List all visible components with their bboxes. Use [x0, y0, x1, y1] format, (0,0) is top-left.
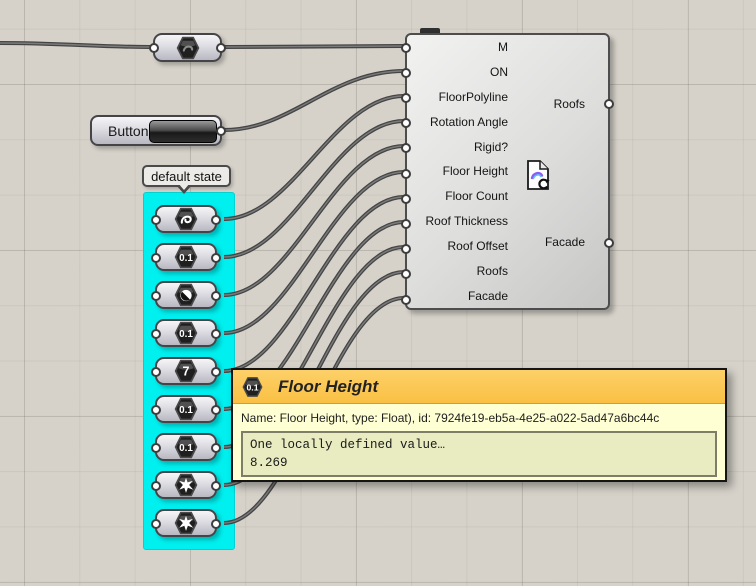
input-label-facade: Facade — [407, 283, 608, 308]
integer-param-icon: 7 — [173, 359, 199, 384]
tooltip-value-box: One locally defined value… 8.269 — [241, 431, 717, 477]
input-label-roof-thickness: Roof Thickness — [407, 209, 608, 234]
button-component[interactable]: Button — [90, 115, 222, 146]
input-nub[interactable] — [149, 43, 159, 53]
wire — [224, 172, 404, 333]
output-nub[interactable] — [211, 253, 221, 263]
output-nub[interactable] — [211, 481, 221, 491]
input-label-roofs: Roofs — [407, 258, 608, 283]
input-nub[interactable] — [401, 93, 411, 103]
input-nub[interactable] — [151, 519, 161, 529]
output-nub[interactable] — [211, 291, 221, 301]
input-nub[interactable] — [151, 405, 161, 415]
param-capsule-geometry[interactable] — [155, 509, 217, 537]
wire — [224, 46, 404, 47]
output-nub[interactable] — [211, 405, 221, 415]
svg-text:0.1: 0.1 — [179, 329, 193, 340]
param-capsule-number[interactable]: 0.1 — [155, 433, 217, 461]
boolean-param-icon — [173, 283, 199, 308]
input-nub[interactable] — [401, 143, 411, 153]
number-param-icon: 0.1 — [173, 397, 199, 422]
grasshopper-canvas[interactable]: Button default state 0.1 — [0, 0, 756, 586]
input-label-floor-count: Floor Count — [407, 184, 608, 209]
param-tooltip: 0.1 Floor Height Name: Floor Height, typ… — [231, 368, 727, 482]
tooltip-value-line: One locally defined value… — [250, 436, 708, 454]
wire — [224, 197, 404, 371]
input-nub[interactable] — [401, 244, 411, 254]
output-nub[interactable] — [604, 238, 614, 248]
number-param-icon: 0.1 — [241, 376, 264, 398]
number-param-icon: 0.1 — [173, 435, 199, 460]
output-nub[interactable] — [604, 99, 614, 109]
param-capsule-curve[interactable] — [155, 205, 217, 233]
output-nub[interactable] — [211, 215, 221, 225]
wires-layer — [0, 0, 756, 586]
output-nub[interactable] — [211, 443, 221, 453]
input-label-m: M — [407, 35, 608, 60]
button-label: Button — [108, 117, 148, 144]
input-nub[interactable] — [401, 295, 411, 305]
param-capsule-integer[interactable]: 7 — [155, 357, 217, 385]
input-labels: M ON FloorPolyline Rotation Angle Rigid?… — [407, 35, 608, 308]
input-nub[interactable] — [151, 215, 161, 225]
mesh-hexagon-icon — [175, 35, 201, 60]
input-nub[interactable] — [151, 253, 161, 263]
tooltip-header: 0.1 Floor Height — [233, 370, 725, 404]
input-label-rigid: Rigid? — [407, 134, 608, 159]
geometry-param-icon — [173, 473, 199, 498]
output-nub[interactable] — [216, 43, 226, 53]
input-nub[interactable] — [151, 481, 161, 491]
input-nub[interactable] — [401, 219, 411, 229]
input-label-floor-height: Floor Height — [407, 159, 608, 184]
output-nub[interactable] — [216, 126, 226, 136]
input-nub[interactable] — [151, 443, 161, 453]
svg-text:0.1: 0.1 — [179, 405, 193, 416]
input-nub[interactable] — [401, 118, 411, 128]
param-capsule-number[interactable]: 0.1 — [155, 319, 217, 347]
wire — [224, 96, 404, 219]
button-face[interactable] — [149, 120, 217, 143]
wire — [224, 121, 404, 257]
input-nub[interactable] — [401, 269, 411, 279]
group-name-label: default state — [151, 169, 222, 184]
input-nub[interactable] — [401, 169, 411, 179]
output-label-facade: Facade — [545, 235, 585, 249]
svg-text:0.1: 0.1 — [246, 382, 258, 392]
curve-param-icon — [173, 207, 199, 232]
output-nub[interactable] — [211, 367, 221, 377]
input-nub[interactable] — [401, 194, 411, 204]
wire — [0, 43, 150, 47]
svg-text:0.1: 0.1 — [179, 253, 193, 264]
output-nub[interactable] — [211, 519, 221, 529]
param-capsule-number[interactable]: 0.1 — [155, 243, 217, 271]
tooltip-value-line: 8.269 — [250, 454, 708, 472]
param-capsule-boolean[interactable] — [155, 281, 217, 309]
input-label-rotation-angle: Rotation Angle — [407, 109, 608, 134]
svg-text:0.1: 0.1 — [179, 443, 193, 454]
tooltip-title: Floor Height — [278, 377, 378, 397]
param-capsule-number[interactable]: 0.1 — [155, 395, 217, 423]
cluster-document-icon — [524, 159, 552, 191]
input-nub[interactable] — [401, 68, 411, 78]
input-nub[interactable] — [401, 43, 411, 53]
geometry-param-icon — [173, 511, 199, 536]
input-nub[interactable] — [151, 291, 161, 301]
number-param-icon: 0.1 — [173, 321, 199, 346]
svg-text:7: 7 — [183, 365, 190, 379]
number-param-icon: 0.1 — [173, 245, 199, 270]
group-name-bubble[interactable]: default state — [142, 165, 231, 187]
tooltip-meta: Name: Floor Height, type: Float), id: 79… — [233, 404, 725, 425]
mesh-param-capsule[interactable] — [153, 33, 222, 62]
input-nub[interactable] — [151, 329, 161, 339]
input-label-on: ON — [407, 60, 608, 85]
wire — [224, 146, 404, 295]
output-label-roofs: Roofs — [554, 97, 585, 111]
wire — [224, 71, 404, 130]
cluster-component[interactable]: M ON FloorPolyline Rotation Angle Rigid?… — [405, 33, 610, 310]
output-nub[interactable] — [211, 329, 221, 339]
input-nub[interactable] — [151, 367, 161, 377]
param-capsule-geometry[interactable] — [155, 471, 217, 499]
